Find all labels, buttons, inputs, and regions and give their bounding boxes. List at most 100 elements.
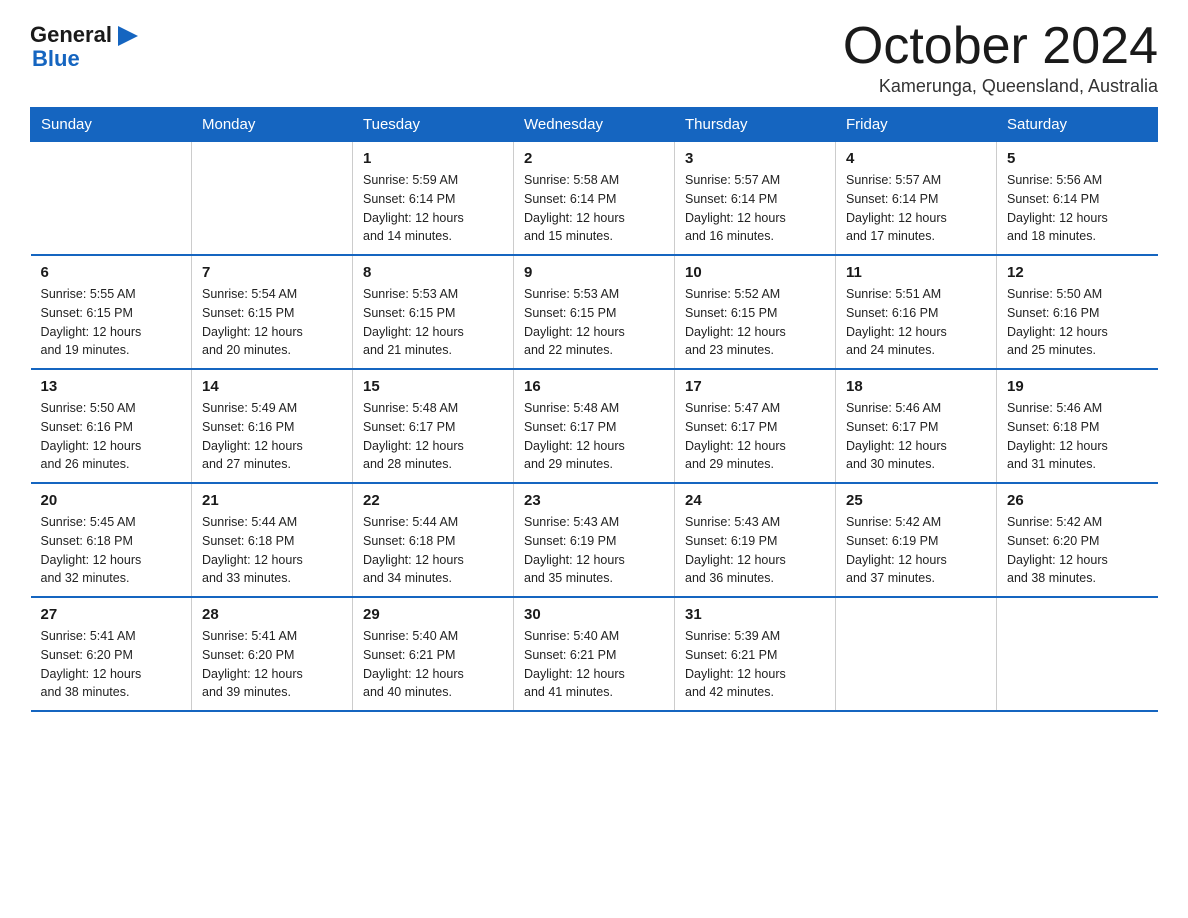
calendar-cell: 30 Sunrise: 5:40 AMSunset: 6:21 PMDayligh… <box>514 597 675 711</box>
day-header-tuesday: Tuesday <box>353 108 514 142</box>
day-number: 26 <box>1007 492 1148 509</box>
calendar-cell: 16 Sunrise: 5:48 AMSunset: 6:17 PMDayligh… <box>514 369 675 483</box>
calendar-cell: 24 Sunrise: 5:43 AMSunset: 6:19 PMDayligh… <box>675 483 836 597</box>
day-number: 3 <box>685 150 825 167</box>
day-number: 19 <box>1007 378 1148 395</box>
day-header-thursday: Thursday <box>675 108 836 142</box>
calendar-cell: 12Sunrise: 5:50 AMSunset: 6:16 PMDayligh… <box>997 255 1158 369</box>
logo: General Blue <box>30 20 142 72</box>
day-info: Sunrise: 5:46 AMSunset: 6:18 PMDaylight:… <box>1007 399 1148 474</box>
day-info: Sunrise: 5:42 AMSunset: 6:19 PMDaylight:… <box>846 513 986 588</box>
calendar-week-5: 27 Sunrise: 5:41 AMSunset: 6:20 PMDayligh… <box>31 597 1158 711</box>
day-number: 31 <box>685 606 825 623</box>
calendar-cell: 10 Sunrise: 5:52 AMSunset: 6:15 PMDayligh… <box>675 255 836 369</box>
calendar-cell <box>31 142 192 256</box>
day-info: Sunrise: 5:48 AMSunset: 6:17 PMDaylight:… <box>524 399 664 474</box>
calendar-cell: 17 Sunrise: 5:47 AMSunset: 6:17 PMDayligh… <box>675 369 836 483</box>
day-number: 18 <box>846 378 986 395</box>
day-info: Sunrise: 5:44 AMSunset: 6:18 PMDaylight:… <box>202 513 342 588</box>
calendar-cell: 11 Sunrise: 5:51 AMSunset: 6:16 PMDayligh… <box>836 255 997 369</box>
calendar-cell: 19 Sunrise: 5:46 AMSunset: 6:18 PMDayligh… <box>997 369 1158 483</box>
day-info: Sunrise: 5:54 AMSunset: 6:15 PMDaylight:… <box>202 285 342 360</box>
day-info: Sunrise: 5:50 AMSunset: 6:16 PMDaylight:… <box>41 399 182 474</box>
day-info: Sunrise: 5:52 AMSunset: 6:15 PMDaylight:… <box>685 285 825 360</box>
day-number: 25 <box>846 492 986 509</box>
day-number: 2 <box>524 150 664 167</box>
calendar-cell: 9Sunrise: 5:53 AMSunset: 6:15 PMDaylight… <box>514 255 675 369</box>
calendar-cell: 3Sunrise: 5:57 AMSunset: 6:14 PMDaylight… <box>675 142 836 256</box>
day-header-friday: Friday <box>836 108 997 142</box>
calendar-cell: 6 Sunrise: 5:55 AMSunset: 6:15 PMDaylight… <box>31 255 192 369</box>
location: Kamerunga, Queensland, Australia <box>843 76 1158 97</box>
calendar-cell: 5Sunrise: 5:56 AMSunset: 6:14 PMDaylight… <box>997 142 1158 256</box>
logo-icon <box>114 22 142 50</box>
day-number: 24 <box>685 492 825 509</box>
day-info: Sunrise: 5:56 AMSunset: 6:14 PMDaylight:… <box>1007 171 1148 246</box>
calendar-cell: 22 Sunrise: 5:44 AMSunset: 6:18 PMDayligh… <box>353 483 514 597</box>
day-info: Sunrise: 5:51 AMSunset: 6:16 PMDaylight:… <box>846 285 986 360</box>
day-info: Sunrise: 5:41 AMSunset: 6:20 PMDaylight:… <box>41 627 182 702</box>
calendar-cell: 20 Sunrise: 5:45 AMSunset: 6:18 PMDayligh… <box>31 483 192 597</box>
calendar-cell: 25 Sunrise: 5:42 AMSunset: 6:19 PMDayligh… <box>836 483 997 597</box>
day-number: 13 <box>41 378 182 395</box>
day-number: 6 <box>41 264 182 281</box>
day-number: 16 <box>524 378 664 395</box>
calendar-cell: 23 Sunrise: 5:43 AMSunset: 6:19 PMDayligh… <box>514 483 675 597</box>
day-info: Sunrise: 5:40 AMSunset: 6:21 PMDaylight:… <box>524 627 664 702</box>
calendar-cell <box>836 597 997 711</box>
calendar-header-row: SundayMondayTuesdayWednesdayThursdayFrid… <box>31 108 1158 142</box>
day-number: 11 <box>846 264 986 281</box>
day-info: Sunrise: 5:55 AMSunset: 6:15 PMDaylight:… <box>41 285 182 360</box>
day-info: Sunrise: 5:47 AMSunset: 6:17 PMDaylight:… <box>685 399 825 474</box>
day-number: 27 <box>41 606 182 623</box>
day-header-wednesday: Wednesday <box>514 108 675 142</box>
day-number: 10 <box>685 264 825 281</box>
day-number: 1 <box>363 150 503 167</box>
day-number: 17 <box>685 378 825 395</box>
day-number: 14 <box>202 378 342 395</box>
calendar-cell: 15 Sunrise: 5:48 AMSunset: 6:17 PMDayligh… <box>353 369 514 483</box>
calendar-cell: 27 Sunrise: 5:41 AMSunset: 6:20 PMDayligh… <box>31 597 192 711</box>
day-info: Sunrise: 5:58 AMSunset: 6:14 PMDaylight:… <box>524 171 664 246</box>
day-info: Sunrise: 5:48 AMSunset: 6:17 PMDaylight:… <box>363 399 503 474</box>
calendar-cell: 1Sunrise: 5:59 AMSunset: 6:14 PMDaylight… <box>353 142 514 256</box>
calendar-week-2: 6 Sunrise: 5:55 AMSunset: 6:15 PMDaylight… <box>31 255 1158 369</box>
day-number: 30 <box>524 606 664 623</box>
day-info: Sunrise: 5:53 AMSunset: 6:15 PMDaylight:… <box>363 285 503 360</box>
day-number: 23 <box>524 492 664 509</box>
calendar-week-1: 1Sunrise: 5:59 AMSunset: 6:14 PMDaylight… <box>31 142 1158 256</box>
day-info: Sunrise: 5:44 AMSunset: 6:18 PMDaylight:… <box>363 513 503 588</box>
calendar-cell: 21 Sunrise: 5:44 AMSunset: 6:18 PMDayligh… <box>192 483 353 597</box>
day-info: Sunrise: 5:53 AMSunset: 6:15 PMDaylight:… <box>524 285 664 360</box>
calendar-cell: 18 Sunrise: 5:46 AMSunset: 6:17 PMDayligh… <box>836 369 997 483</box>
calendar-cell: 26 Sunrise: 5:42 AMSunset: 6:20 PMDayligh… <box>997 483 1158 597</box>
day-info: Sunrise: 5:45 AMSunset: 6:18 PMDaylight:… <box>41 513 182 588</box>
day-number: 28 <box>202 606 342 623</box>
calendar-cell <box>192 142 353 256</box>
logo-text-general: General <box>30 22 112 48</box>
day-info: Sunrise: 5:41 AMSunset: 6:20 PMDaylight:… <box>202 627 342 702</box>
day-header-sunday: Sunday <box>31 108 192 142</box>
calendar-cell: 31Sunrise: 5:39 AMSunset: 6:21 PMDayligh… <box>675 597 836 711</box>
day-info: Sunrise: 5:50 AMSunset: 6:16 PMDaylight:… <box>1007 285 1148 360</box>
day-number: 20 <box>41 492 182 509</box>
day-info: Sunrise: 5:43 AMSunset: 6:19 PMDaylight:… <box>685 513 825 588</box>
calendar-cell: 29Sunrise: 5:40 AMSunset: 6:21 PMDayligh… <box>353 597 514 711</box>
calendar-cell: 7Sunrise: 5:54 AMSunset: 6:15 PMDaylight… <box>192 255 353 369</box>
day-info: Sunrise: 5:46 AMSunset: 6:17 PMDaylight:… <box>846 399 986 474</box>
day-number: 15 <box>363 378 503 395</box>
day-header-monday: Monday <box>192 108 353 142</box>
day-info: Sunrise: 5:42 AMSunset: 6:20 PMDaylight:… <box>1007 513 1148 588</box>
calendar-week-3: 13 Sunrise: 5:50 AMSunset: 6:16 PMDayligh… <box>31 369 1158 483</box>
calendar-week-4: 20 Sunrise: 5:45 AMSunset: 6:18 PMDayligh… <box>31 483 1158 597</box>
day-info: Sunrise: 5:40 AMSunset: 6:21 PMDaylight:… <box>363 627 503 702</box>
day-number: 22 <box>363 492 503 509</box>
page-header: General Blue October 2024 Kamerunga, Que… <box>30 20 1158 97</box>
day-info: Sunrise: 5:57 AMSunset: 6:14 PMDaylight:… <box>846 171 986 246</box>
logo-text-blue: Blue <box>32 46 80 72</box>
calendar-table: SundayMondayTuesdayWednesdayThursdayFrid… <box>30 107 1158 712</box>
day-info: Sunrise: 5:43 AMSunset: 6:19 PMDaylight:… <box>524 513 664 588</box>
calendar-cell: 14Sunrise: 5:49 AMSunset: 6:16 PMDayligh… <box>192 369 353 483</box>
day-number: 4 <box>846 150 986 167</box>
day-number: 21 <box>202 492 342 509</box>
